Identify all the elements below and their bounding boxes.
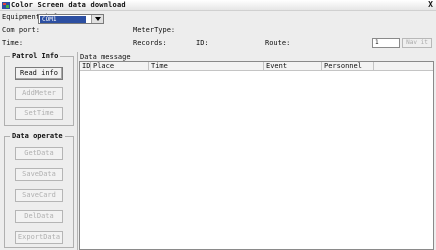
patrol-info-title: Patrol Info xyxy=(10,52,61,60)
column-header-id[interactable]: ID xyxy=(80,62,91,71)
route-button[interactable]: Nav it xyxy=(402,38,432,48)
column-header-time[interactable]: Time xyxy=(149,62,264,71)
dropdown-arrow-icon[interactable] xyxy=(91,15,103,23)
export-data-button[interactable]: ExportData xyxy=(15,231,63,244)
id-label: ID: xyxy=(196,39,209,47)
data-operate-title: Data operate xyxy=(10,132,65,140)
time-label: Time: xyxy=(2,39,24,47)
table-header: ID Place Time Event Personnel xyxy=(80,62,433,71)
app-window: Color Screen data download X Equipment i… xyxy=(0,0,436,250)
data-operate-group: Data operate GetData SaveData SaveCard D… xyxy=(4,132,74,248)
com-port-label: Com port: xyxy=(2,26,40,34)
read-info-button[interactable]: Read info xyxy=(15,67,63,80)
meter-type-label: MeterType: xyxy=(133,26,176,34)
patrol-info-group: Patrol Info Read info AddMeter SetTime xyxy=(4,52,74,126)
window-title: Color Screen data download xyxy=(11,1,126,9)
route-label: Route: xyxy=(265,39,291,47)
save-data-button[interactable]: SaveData xyxy=(15,168,63,181)
app-icon xyxy=(2,2,10,9)
del-data-button[interactable]: DelData xyxy=(15,210,63,223)
panel-divider xyxy=(77,52,78,250)
add-meter-button[interactable]: AddMeter xyxy=(15,87,63,100)
route-input[interactable]: 1 xyxy=(372,38,400,48)
data-message-table[interactable]: ID Place Time Event Personnel xyxy=(79,61,434,250)
column-header-personnel[interactable]: Personnel xyxy=(322,62,374,71)
set-time-button[interactable]: SetTime xyxy=(15,107,63,120)
records-label: Records: xyxy=(133,39,167,47)
com-port-value: COM1 xyxy=(40,16,86,23)
get-data-button[interactable]: GetData xyxy=(15,147,63,160)
title-bar: Color Screen data download X xyxy=(0,0,436,11)
column-header-event[interactable]: Event xyxy=(264,62,322,71)
column-header-place[interactable]: Place xyxy=(91,62,149,71)
save-card-button[interactable]: SaveCard xyxy=(15,189,63,202)
close-button[interactable]: X xyxy=(428,0,433,9)
com-port-select[interactable]: COM1 xyxy=(38,14,104,24)
data-message-label: Data message xyxy=(80,53,131,61)
